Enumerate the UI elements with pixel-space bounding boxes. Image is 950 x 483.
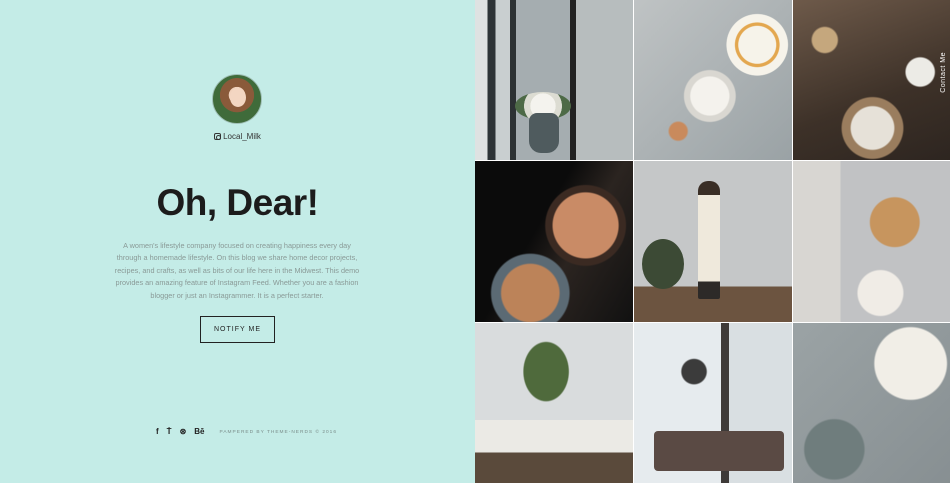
gallery-tile-3[interactable]: Contact Me — [793, 0, 950, 160]
social-links: f Ṫ ⊛ Bē — [156, 427, 205, 437]
instagram-icon — [214, 133, 222, 140]
gallery-tile-9[interactable] — [793, 323, 950, 483]
twitter-icon[interactable]: Ṫ — [167, 427, 172, 437]
gallery-tile-2[interactable] — [634, 0, 792, 160]
gallery-tile-7[interactable] — [475, 323, 633, 483]
gallery-tile-6[interactable] — [793, 161, 950, 322]
left-panel: Local_Milk Oh, Dear! A women's lifestyle… — [0, 0, 475, 483]
instagram-handle[interactable]: Local_Milk — [0, 131, 475, 143]
page-title: Oh, Dear! — [156, 182, 319, 223]
instagram-gallery: Contact Me — [475, 0, 950, 483]
dribbble-icon[interactable]: ⊛ — [180, 427, 187, 437]
gallery-tile-4[interactable] — [475, 161, 633, 322]
behance-icon[interactable]: Bē — [194, 427, 204, 437]
footer: f Ṫ ⊛ Bē PAMPERED BY THEME-NERDS © 2016 — [156, 426, 337, 438]
description: A women's lifestyle company focused on c… — [114, 241, 360, 300]
contact-me-link[interactable]: Contact Me — [940, 52, 947, 93]
copyright-text: PAMPERED BY THEME-NERDS © 2016 — [219, 429, 338, 435]
gallery-tile-1[interactable] — [475, 0, 633, 160]
notify-me-button[interactable]: NOTIFY ME — [200, 316, 275, 343]
gallery-tile-8[interactable] — [634, 323, 792, 483]
facebook-icon[interactable]: f — [156, 427, 159, 437]
handle-label: Local_Milk — [223, 132, 261, 141]
gallery-tile-5[interactable] — [634, 161, 792, 322]
avatar[interactable] — [212, 74, 262, 124]
